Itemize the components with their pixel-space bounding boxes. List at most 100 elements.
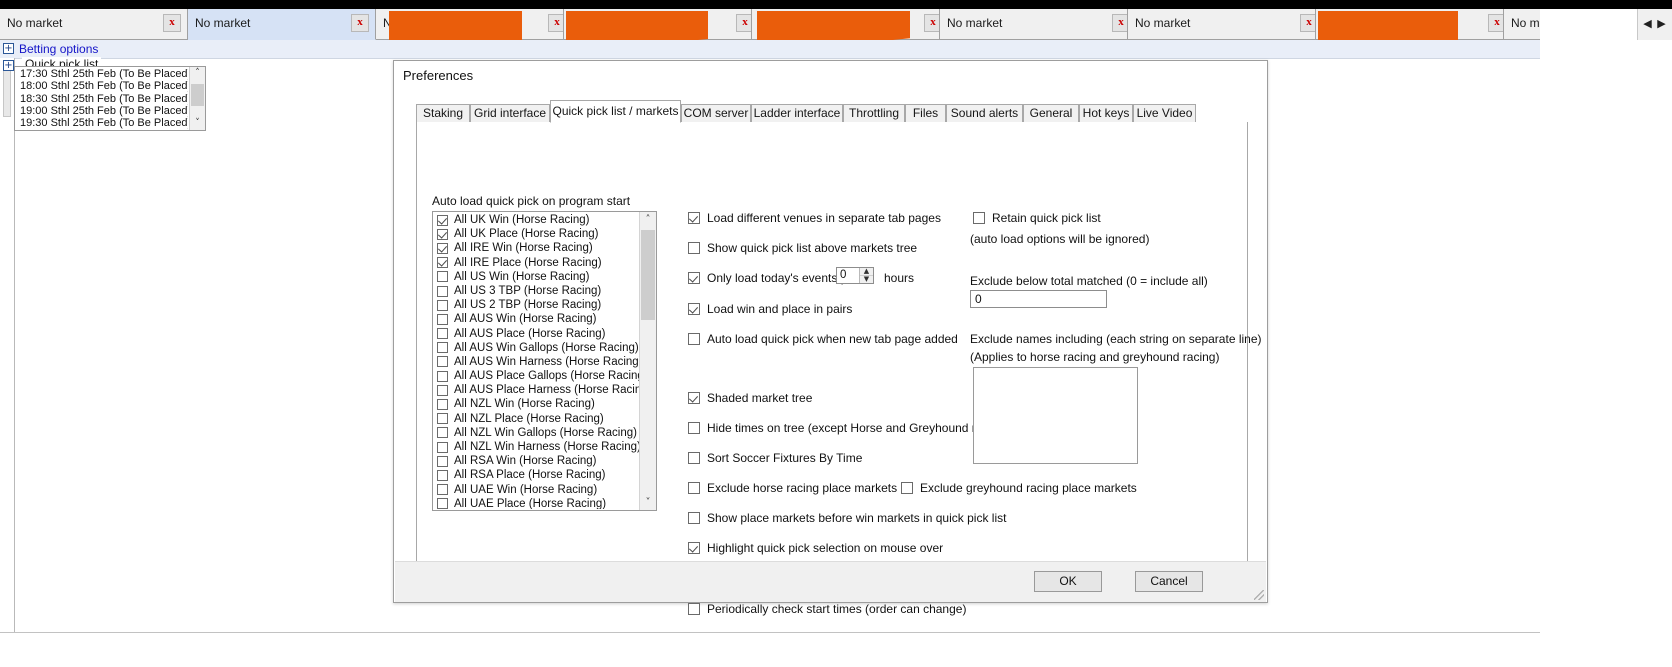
scroll-down-icon[interactable]: ˅ <box>190 117 205 130</box>
market-tab-8[interactable]: No market <box>1504 9 1540 40</box>
checkbox[interactable] <box>437 455 448 467</box>
option-shaded-market-tree[interactable]: Shaded market tree <box>688 391 812 405</box>
tab-staking[interactable]: Staking <box>416 104 470 123</box>
tab-general[interactable]: General <box>1023 104 1079 123</box>
list-item[interactable]: All NZL Win Gallops (Horse Racing) <box>434 426 640 440</box>
venue-listbox[interactable]: All UK Win (Horse Racing) All UK Place (… <box>432 211 657 511</box>
hours-stepper[interactable]: 0 ▲ ▼ <box>836 267 874 284</box>
list-item[interactable]: All UK Win (Horse Racing) <box>434 213 640 227</box>
list-item[interactable]: All NZL Place (Horse Racing) <box>434 412 640 426</box>
checkbox[interactable] <box>437 299 448 311</box>
option-show-quick-pick-above-tree[interactable]: Show quick pick list above markets tree <box>688 241 917 255</box>
list-item[interactable]: All UK Place (Horse Racing) <box>434 227 640 241</box>
checkbox[interactable] <box>688 482 700 494</box>
list-item[interactable]: All RSA Place (Horse Racing) <box>434 468 640 482</box>
quick-pick-listbox[interactable]: 17:30 Sthl 25th Feb (To Be Placed) 18:00… <box>14 66 206 131</box>
checkbox[interactable] <box>437 370 448 382</box>
market-tab-1[interactable]: No market x <box>188 9 376 40</box>
option-retain-quick-pick-list[interactable]: Retain quick pick list <box>973 211 1101 225</box>
checkbox[interactable] <box>688 303 700 315</box>
option-periodically-check-start-times[interactable]: Periodically check start times (order ca… <box>688 602 966 616</box>
cancel-button[interactable]: Cancel <box>1135 571 1203 592</box>
venue-scrollbar[interactable]: ˄ ˅ <box>639 212 656 510</box>
checkbox[interactable] <box>437 384 448 396</box>
close-icon[interactable]: x <box>924 14 939 32</box>
list-item[interactable]: All NZL Win (Horse Racing) <box>434 397 640 411</box>
stepper-buttons[interactable]: ▲ ▼ <box>859 268 873 283</box>
list-item[interactable]: All NZL Win Harness (Horse Racing) <box>434 440 640 454</box>
tab-ladder-interface[interactable]: Ladder interface <box>751 104 843 123</box>
tab-live-video[interactable]: Live Video <box>1133 104 1196 123</box>
list-item[interactable]: All AUS Win Harness (Horse Racing) <box>434 355 640 369</box>
checkbox[interactable] <box>688 452 700 464</box>
option-sort-soccer-fixtures-by-time[interactable]: Sort Soccer Fixtures By Time <box>688 451 862 465</box>
close-icon[interactable]: x <box>351 14 369 32</box>
checkbox[interactable] <box>437 271 448 283</box>
list-item[interactable]: 19:00 Sthl 25th Feb (To Be Placed) <box>16 105 188 117</box>
close-icon[interactable]: x <box>1300 14 1315 32</box>
close-icon[interactable]: x <box>736 14 751 32</box>
checkbox[interactable] <box>437 484 448 496</box>
scroll-up-icon[interactable]: ˄ <box>640 212 656 227</box>
list-item[interactable]: All AUS Win (Horse Racing) <box>434 312 640 326</box>
option-hide-times-on-tree[interactable]: Hide times on tree (except Horse and Gre… <box>688 421 1008 435</box>
stepper-down-icon[interactable]: ▼ <box>860 276 873 283</box>
checkbox[interactable] <box>688 422 700 434</box>
market-tab-6[interactable]: No market x <box>1128 9 1316 40</box>
list-item[interactable]: All RSA Win (Horse Racing) <box>434 454 640 468</box>
list-item[interactable]: All US 3 TBP (Horse Racing) <box>434 284 640 298</box>
ok-button[interactable]: OK <box>1034 571 1102 592</box>
list-item[interactable]: 19:30 Sthl 25th Feb (To Be Placed) <box>16 117 188 129</box>
checkbox[interactable] <box>437 441 448 453</box>
checkbox[interactable] <box>437 413 448 425</box>
resize-grip[interactable] <box>1254 590 1264 600</box>
tab-throttling[interactable]: Throttling <box>843 104 905 123</box>
tab-grid-interface[interactable]: Grid interface <box>470 104 550 123</box>
tab-quick-pick-list[interactable]: Quick pick list / markets <box>550 100 681 123</box>
checkbox[interactable] <box>437 242 448 254</box>
betting-options-row[interactable]: + Betting options <box>0 40 1540 59</box>
checkbox[interactable] <box>437 399 448 411</box>
market-tab-5[interactable]: No market x <box>940 9 1128 40</box>
option-highlight-quick-pick-on-mouse-over[interactable]: Highlight quick pick selection on mouse … <box>688 541 943 555</box>
checkbox[interactable] <box>437 427 448 439</box>
checkbox[interactable] <box>437 469 448 481</box>
close-icon[interactable]: x <box>548 14 563 32</box>
checkbox[interactable] <box>688 242 700 254</box>
scroll-down-icon[interactable]: ˅ <box>640 495 656 510</box>
option-auto-load-quick-pick-new-tab[interactable]: Auto load quick pick when new tab page a… <box>688 332 958 346</box>
checkbox[interactable] <box>437 313 448 325</box>
list-item[interactable]: All AUS Place Harness (Horse Racing) <box>434 383 640 397</box>
list-item[interactable]: All UAE Win (Horse Racing) <box>434 483 640 497</box>
checkbox[interactable] <box>437 498 448 509</box>
checkbox[interactable] <box>437 257 448 269</box>
list-item[interactable]: All IRE Place (Horse Racing) <box>434 256 640 270</box>
checkbox[interactable] <box>901 482 913 494</box>
chevron-right-icon[interactable]: ▶ <box>1655 18 1668 32</box>
checkbox[interactable] <box>437 285 448 297</box>
left-rail-handle[interactable] <box>3 67 11 117</box>
tab-sound-alerts[interactable]: Sound alerts <box>946 104 1023 123</box>
hours-value[interactable]: 0 <box>840 269 846 281</box>
list-item[interactable]: All US 2 TBP (Horse Racing) <box>434 298 640 312</box>
chevron-left-icon[interactable]: ◀ <box>1641 18 1654 32</box>
expand-icon[interactable]: + <box>3 60 14 71</box>
list-item[interactable]: 18:30 Sthl 25th Feb (To Be Placed) <box>16 93 188 105</box>
exclude-names-textarea[interactable] <box>973 367 1138 464</box>
checkbox[interactable] <box>688 392 700 404</box>
checkbox[interactable] <box>437 214 448 226</box>
tab-files[interactable]: Files <box>905 104 946 123</box>
list-item[interactable]: All UAE Place (Horse Racing) <box>434 497 640 509</box>
option-exclude-greyhound-racing-place-markets[interactable]: Exclude greyhound racing place markets <box>901 481 1137 495</box>
scrollbar-thumb[interactable] <box>641 230 655 320</box>
checkbox[interactable] <box>688 512 700 524</box>
checkbox[interactable] <box>688 272 700 284</box>
list-item[interactable]: All US Win (Horse Racing) <box>434 270 640 284</box>
checkbox[interactable] <box>437 356 448 368</box>
expand-icon[interactable]: + <box>3 43 14 54</box>
close-icon[interactable]: x <box>1112 14 1127 32</box>
checkbox[interactable] <box>437 228 448 240</box>
scrollbar-thumb[interactable] <box>191 84 204 106</box>
checkbox[interactable] <box>688 603 700 615</box>
list-item[interactable]: All IRE Win (Horse Racing) <box>434 241 640 255</box>
